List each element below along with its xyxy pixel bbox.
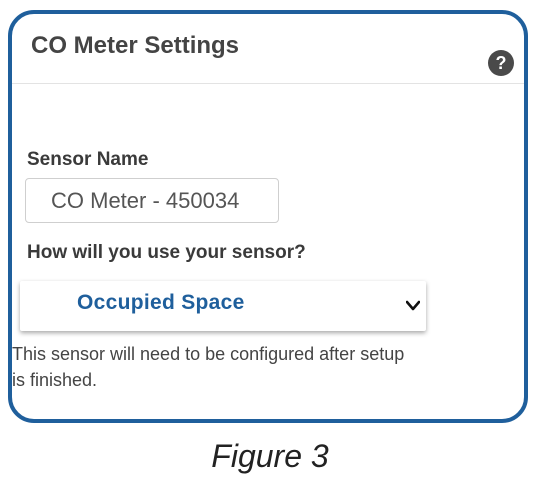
- sensor-name-label: Sensor Name: [27, 149, 149, 170]
- figure-caption: Figure 3: [211, 438, 329, 474]
- configuration-note-line1: This sensor will need to be configured a…: [12, 344, 405, 364]
- settings-panel: CO Meter Settings ? Sensor Name How will…: [8, 10, 528, 423]
- configuration-note: This sensor will need to be configured a…: [12, 341, 520, 393]
- help-icon[interactable]: ?: [488, 50, 514, 76]
- panel-header: CO Meter Settings ?: [12, 14, 524, 84]
- sensor-usage-select[interactable]: Occupied Space: [20, 281, 426, 331]
- sensor-usage-selected-value: Occupied Space: [77, 291, 245, 314]
- sensor-usage-label: How will you use your sensor?: [27, 242, 306, 263]
- chevron-down-icon: [406, 300, 420, 311]
- configuration-note-line2: is finished.: [12, 370, 98, 390]
- panel-title: CO Meter Settings: [31, 32, 240, 59]
- sensor-name-input[interactable]: [25, 178, 279, 223]
